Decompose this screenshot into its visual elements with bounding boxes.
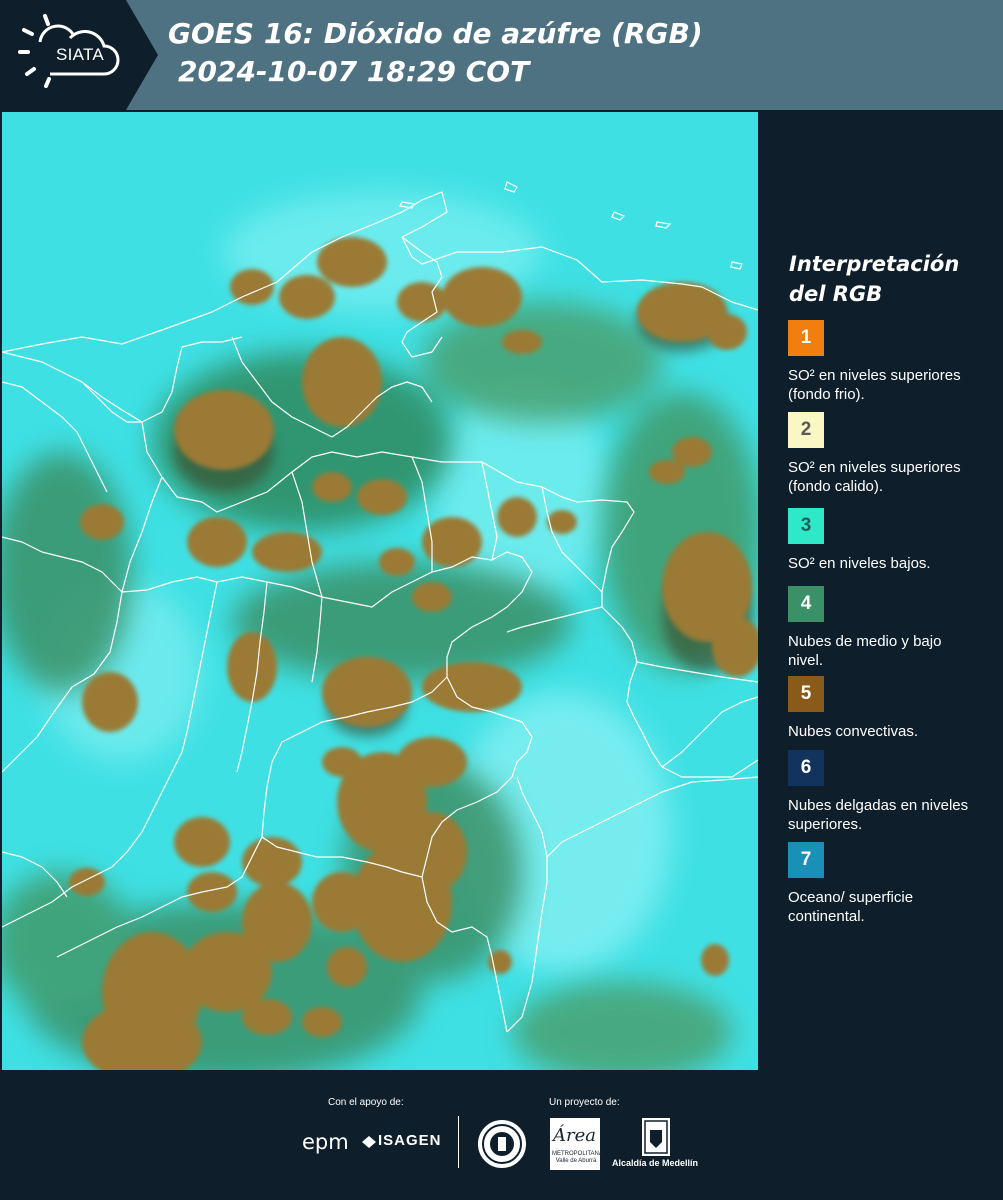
legend-swatch: 2 (788, 412, 824, 448)
legend-item: 7 Oceano/ superficie continental. (788, 842, 993, 926)
legend-label: Nubes de medio y bajo nivel. (788, 633, 942, 669)
epm-logo[interactable]: epm (302, 1130, 349, 1154)
footer: Con el apoyo de: Un proyecto de: epm ISA… (0, 1070, 1003, 1200)
logo-text: SIATA (55, 45, 105, 64)
legend-label: Nubes convectivas. (788, 723, 919, 740)
legend-title: Interpretación del RGB (789, 252, 960, 306)
legend-item: 3 SO² en niveles bajos. (788, 508, 993, 573)
medellin-seal-icon[interactable] (478, 1120, 526, 1168)
legend-label: SO² en niveles superiores (fondo calido)… (788, 459, 961, 495)
area-logo-text: Área (553, 1125, 596, 1146)
rgb-composite-image (2, 112, 758, 1070)
alcaldia-logo-text[interactable]: Alcaldía de Medellín (612, 1158, 698, 1168)
legend-label: SO² en niveles bajos. (788, 555, 931, 572)
isagen-logo[interactable]: ISAGEN (378, 1132, 442, 1149)
legend-swatch: 6 (788, 750, 824, 786)
legend-item: 6 Nubes delgadas en niveles superiores. (788, 750, 993, 834)
legend-label: SO² en niveles superiores (fondo frio). (788, 367, 961, 403)
legend-item: 4 Nubes de medio y bajo nivel. (788, 586, 993, 670)
legend-swatch: 3 (788, 508, 824, 544)
legend-panel: Interpretación del RGB 1 SO² en niveles s… (760, 112, 1003, 1070)
legend-label: Nubes delgadas en niveles superiores. (788, 797, 969, 833)
support-label: Con el apoyo de: (328, 1097, 404, 1108)
legend-item: 5 Nubes convectivas. (788, 676, 993, 741)
legend-item: 2 SO² en niveles superiores (fondo calido… (788, 412, 993, 496)
siata-logo[interactable]: SIATA (0, 0, 158, 110)
project-label: Un proyecto de: (549, 1097, 620, 1108)
legend-swatch: 5 (788, 676, 824, 712)
legend-swatch: 4 (788, 586, 824, 622)
isagen-icon (362, 1136, 376, 1148)
header-bar: SIATA GOES 16: Dióxido de azúfre (RGB) 2… (0, 0, 1003, 110)
area-logo-subtext: METROPOLITANA Valle de Aburrá (552, 1151, 603, 1164)
legend-swatch: 7 (788, 842, 824, 878)
alcaldia-shield-icon (642, 1118, 670, 1156)
page-title: GOES 16: Dióxido de azúfre (RGB) (168, 17, 703, 50)
legend-item: 1 SO² en niveles superiores (fondo frio). (788, 320, 993, 404)
footer-divider (458, 1116, 459, 1168)
legend-label: Oceano/ superficie continental. (788, 889, 914, 925)
image-datetime: 2024-10-07 18:29 COT (178, 55, 530, 88)
legend-swatch: 1 (788, 320, 824, 356)
satellite-map[interactable] (2, 112, 758, 1070)
